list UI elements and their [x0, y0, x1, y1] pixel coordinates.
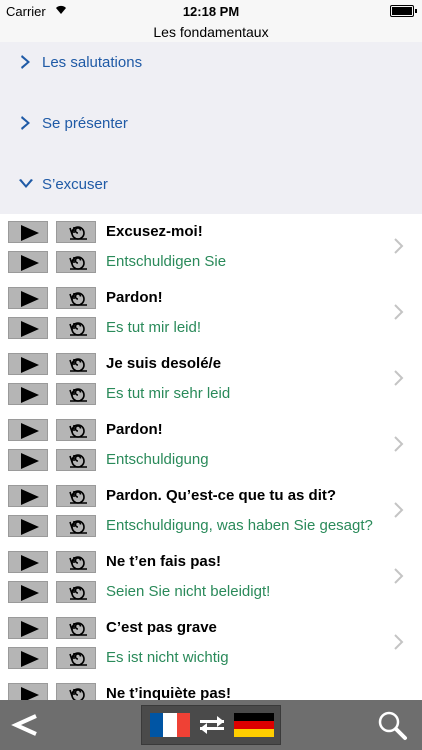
swap-arrows-icon	[196, 715, 228, 735]
chevron-right-icon	[18, 54, 34, 70]
play-french-button[interactable]	[8, 353, 48, 375]
play-french-button[interactable]	[8, 419, 48, 441]
play-german-button[interactable]	[8, 449, 48, 471]
phrase-row[interactable]: Pardon! Entschuldigung	[0, 412, 422, 479]
french-phrase: Pardon!	[106, 421, 163, 438]
german-phrase: Es tut mir leid!	[106, 319, 202, 336]
slow-play-french-button[interactable]	[56, 353, 96, 375]
slow-play-german-button[interactable]	[56, 581, 96, 603]
play-german-button[interactable]	[8, 317, 48, 339]
french-phrase: Je suis desolé/e	[106, 355, 222, 372]
play-german-button[interactable]	[8, 515, 48, 537]
section-s-excuser[interactable]: S’excuser	[18, 170, 108, 198]
french-phrase: Excusez-moi!	[106, 223, 203, 240]
section-salutations[interactable]: Les salutations	[18, 48, 142, 76]
german-phrase: Entschuldigung, was haben Sie gesagt?	[106, 517, 373, 534]
slow-play-german-button[interactable]	[56, 251, 96, 273]
german-phrase: Entschuldigung	[106, 451, 209, 468]
disclosure-chevron-icon	[394, 436, 404, 452]
title-bar: Les fondamentaux	[0, 22, 422, 43]
disclosure-chevron-icon	[394, 304, 404, 320]
slow-play-french-button[interactable]	[56, 419, 96, 441]
phrase-row[interactable]: C’est pas grave Es ist nicht wichtig	[0, 610, 422, 677]
slow-play-french-button[interactable]	[56, 683, 96, 700]
slow-play-french-button[interactable]	[56, 485, 96, 507]
french-phrase: Pardon. Qu’est-ce que tu as dit?	[106, 487, 337, 504]
german-phrase: Seien Sie nicht beleidigt!	[106, 583, 271, 600]
section-label: Se présenter	[42, 114, 128, 132]
play-french-button[interactable]	[8, 485, 48, 507]
section-list: Les salutations Se présenter S’excuser	[0, 42, 422, 215]
phrase-list: Excusez-moi! Entschuldigen Sie Pardon! E…	[0, 214, 422, 700]
phrase-row[interactable]: Ne t’inquiète pas!	[0, 676, 422, 700]
back-button[interactable]	[8, 710, 42, 740]
french-phrase: Ne t’en fais pas!	[106, 553, 222, 570]
slow-play-german-button[interactable]	[56, 449, 96, 471]
play-french-button[interactable]	[8, 221, 48, 243]
clock-time: 12:18 PM	[182, 4, 240, 19]
phrase-row[interactable]: Pardon! Es tut mir leid!	[0, 280, 422, 347]
disclosure-chevron-icon	[394, 634, 404, 650]
chevron-right-icon	[18, 115, 34, 131]
french-phrase: Ne t’inquiète pas!	[106, 685, 232, 700]
play-french-button[interactable]	[8, 683, 48, 700]
slow-play-german-button[interactable]	[56, 515, 96, 537]
slow-play-french-button[interactable]	[56, 617, 96, 639]
france-flag-icon	[150, 713, 190, 737]
french-phrase: Pardon!	[106, 289, 163, 306]
phrase-row[interactable]: Ne t’en fais pas! Seien Sie nicht beleid…	[0, 544, 422, 611]
play-german-button[interactable]	[8, 383, 48, 405]
disclosure-chevron-icon	[394, 568, 404, 584]
chevron-left-icon	[11, 714, 37, 736]
disclosure-chevron-icon	[394, 370, 404, 386]
page-title: Les fondamentaux	[153, 24, 269, 40]
french-phrase: C’est pas grave	[106, 619, 217, 636]
german-phrase: Es ist nicht wichtig	[106, 649, 229, 666]
german-phrase: Es tut mir sehr leid	[106, 385, 231, 402]
slow-play-german-button[interactable]	[56, 383, 96, 405]
slow-play-french-button[interactable]	[56, 287, 96, 309]
section-label: Les salutations	[42, 53, 143, 71]
section-label: S’excuser	[42, 175, 108, 193]
bottom-toolbar	[0, 700, 422, 750]
slow-play-german-button[interactable]	[56, 647, 96, 669]
slow-play-french-button[interactable]	[56, 551, 96, 573]
play-french-button[interactable]	[8, 617, 48, 639]
chevron-down-icon	[18, 176, 34, 192]
slow-play-french-button[interactable]	[56, 221, 96, 243]
battery-icon	[390, 5, 417, 17]
disclosure-chevron-icon	[394, 502, 404, 518]
play-german-button[interactable]	[8, 581, 48, 603]
play-german-button[interactable]	[8, 647, 48, 669]
phrase-row[interactable]: Excusez-moi! Entschuldigen Sie	[0, 214, 422, 281]
section-se-presenter[interactable]: Se présenter	[18, 109, 128, 137]
language-switch-button[interactable]	[141, 705, 281, 745]
slow-play-german-button[interactable]	[56, 317, 96, 339]
phrase-row[interactable]: Pardon. Qu’est-ce que tu as dit? Entschu…	[0, 478, 422, 545]
german-phrase: Entschuldigen Sie	[106, 253, 227, 270]
phrase-row[interactable]: Je suis desolé/e Es tut mir sehr leid	[0, 346, 422, 413]
germany-flag-icon	[234, 713, 274, 737]
play-french-button[interactable]	[8, 551, 48, 573]
search-button[interactable]	[376, 709, 408, 741]
play-french-button[interactable]	[8, 287, 48, 309]
magnifier-icon	[378, 711, 407, 740]
status-bar: Carrier 12:18 PM	[0, 0, 422, 22]
play-german-button[interactable]	[8, 251, 48, 273]
disclosure-chevron-icon	[394, 238, 404, 254]
